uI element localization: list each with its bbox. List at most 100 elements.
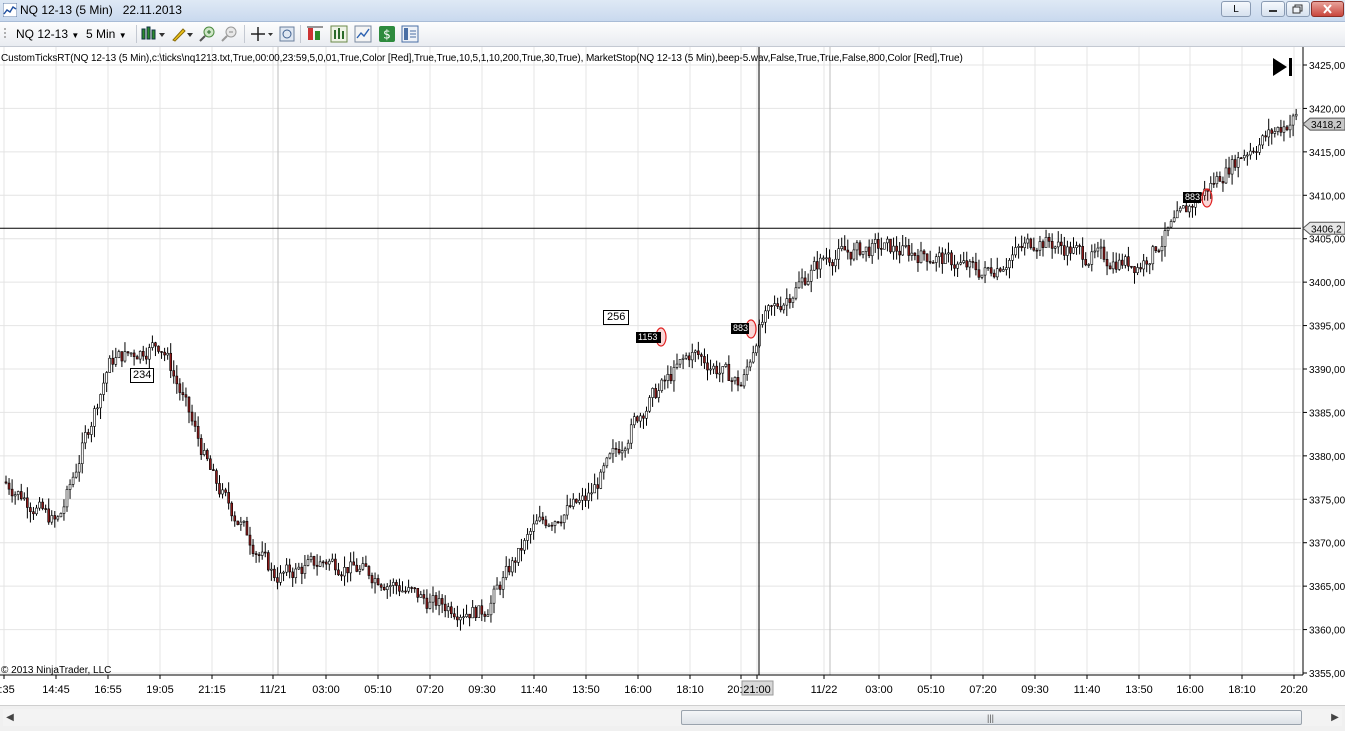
candle-body-up (1023, 242, 1027, 248)
candle (672, 360, 676, 392)
zoom-in-icon[interactable] (198, 25, 216, 43)
candle (510, 556, 514, 577)
candle (77, 455, 81, 482)
candle (657, 383, 661, 403)
candle (730, 377, 734, 392)
price-label: 3395,00 (1309, 322, 1345, 333)
panels-icon[interactable] (401, 25, 419, 43)
play-to-end-icon[interactable] (1271, 56, 1295, 78)
candle-body-down (1114, 261, 1118, 270)
candle (809, 264, 813, 293)
close-button[interactable] (1311, 1, 1344, 17)
time-axis: 2:35 14:45 16:55 19:05 21:15 11/21 03:00 05:10 0… (0, 674, 1308, 696)
candle (117, 349, 121, 359)
candle-body-down (254, 553, 258, 555)
draw-tool-icon[interactable] (170, 25, 194, 43)
candle (709, 359, 712, 375)
candle (1069, 241, 1072, 261)
minimize-button[interactable] (1261, 1, 1285, 17)
candle (84, 425, 87, 450)
instrument-selector[interactable]: NQ 12-13 ▼ (16, 25, 79, 43)
properties-icon[interactable] (278, 25, 296, 43)
chart-style-icon[interactable] (140, 25, 166, 43)
candle (724, 362, 728, 368)
candle-body-up (437, 598, 441, 606)
dollar-icon[interactable]: $ (378, 25, 396, 43)
instrument-label: NQ 12-13 (16, 27, 69, 41)
link-button[interactable]: L (1221, 1, 1251, 17)
candle (962, 251, 966, 265)
candle-body-down (770, 305, 773, 307)
scroll-thumb[interactable]: ||| (681, 710, 1302, 725)
candle-body-up (553, 521, 557, 526)
candle (745, 359, 749, 381)
candle-body-up (870, 243, 874, 257)
crosshair-icon[interactable] (250, 25, 274, 43)
candle-body-up (1267, 129, 1270, 138)
scroll-right-icon[interactable]: ▶ (1328, 709, 1342, 726)
candle-body-down (218, 483, 221, 495)
candle-body-up (645, 410, 648, 419)
data-box-icon[interactable] (354, 25, 372, 43)
price-label: 3380,00 (1309, 452, 1345, 463)
candle (1047, 233, 1051, 248)
candle (1008, 258, 1011, 279)
candle-body-up (1017, 245, 1020, 248)
candle-body-up (1142, 260, 1145, 270)
candle (263, 542, 267, 558)
time-label: 20:20 (1280, 684, 1308, 696)
price-chart-panel[interactable]: 3425,00 3420,00 3415,00 3410,00 3405,00 3400,… (0, 47, 1345, 705)
candle (1148, 263, 1152, 275)
horizontal-scrollbar[interactable]: ◀ ||| ▶ (3, 709, 1342, 726)
candle-body-up (861, 251, 865, 255)
candle-body-up (50, 515, 54, 523)
candle (1078, 243, 1081, 255)
candle (645, 406, 648, 426)
candle-body-up (392, 582, 395, 586)
scroll-left-icon[interactable]: ◀ (3, 709, 17, 726)
candle (1108, 262, 1112, 270)
candle (1215, 171, 1219, 188)
candle-body-down (941, 252, 944, 264)
candle (428, 593, 432, 610)
candle-body-down (843, 246, 847, 251)
candle-body-down (1047, 236, 1051, 242)
price-chart[interactable]: 3425,00 3420,00 3415,00 3410,00 3405,00 3400,… (0, 47, 1345, 705)
candle (867, 239, 871, 259)
candle (861, 251, 865, 259)
candle-body-down (355, 564, 359, 572)
candle (788, 293, 792, 309)
interval-selector[interactable]: 5 Min ▼ (86, 25, 127, 43)
candle-body-down (498, 584, 502, 590)
candle (343, 556, 346, 586)
candle-body-up (1276, 127, 1280, 132)
price-label: 3385,00 (1309, 408, 1345, 419)
time-label: 21:15 (198, 684, 226, 696)
candle (654, 383, 657, 399)
strategies-icon[interactable] (306, 25, 324, 43)
candle (1221, 176, 1225, 192)
candle (956, 261, 959, 277)
candle-body-down (440, 598, 444, 605)
candle (239, 516, 243, 531)
zoom-out-icon[interactable] (220, 25, 238, 43)
candle (819, 253, 822, 278)
candle-body-up (504, 565, 508, 578)
annotation-box: 234 (130, 368, 155, 383)
candle-body-up (1056, 241, 1060, 248)
price-label: 3365,00 (1309, 582, 1345, 593)
time-label: 07:20 (416, 684, 444, 696)
candle-body-down (1102, 246, 1106, 260)
candle-body-down (974, 261, 978, 271)
candle (1236, 151, 1240, 178)
candle-body-up (1288, 124, 1292, 131)
restore-button[interactable] (1286, 1, 1310, 17)
price-label: 3370,00 (1309, 539, 1345, 550)
candle (1212, 172, 1216, 188)
candle (675, 353, 679, 370)
indicators-icon[interactable] (330, 25, 348, 43)
volume-tag: 1153 (636, 332, 661, 343)
candle-body-down (544, 519, 548, 526)
time-label: 11/21 (260, 684, 287, 696)
candle (419, 590, 423, 598)
